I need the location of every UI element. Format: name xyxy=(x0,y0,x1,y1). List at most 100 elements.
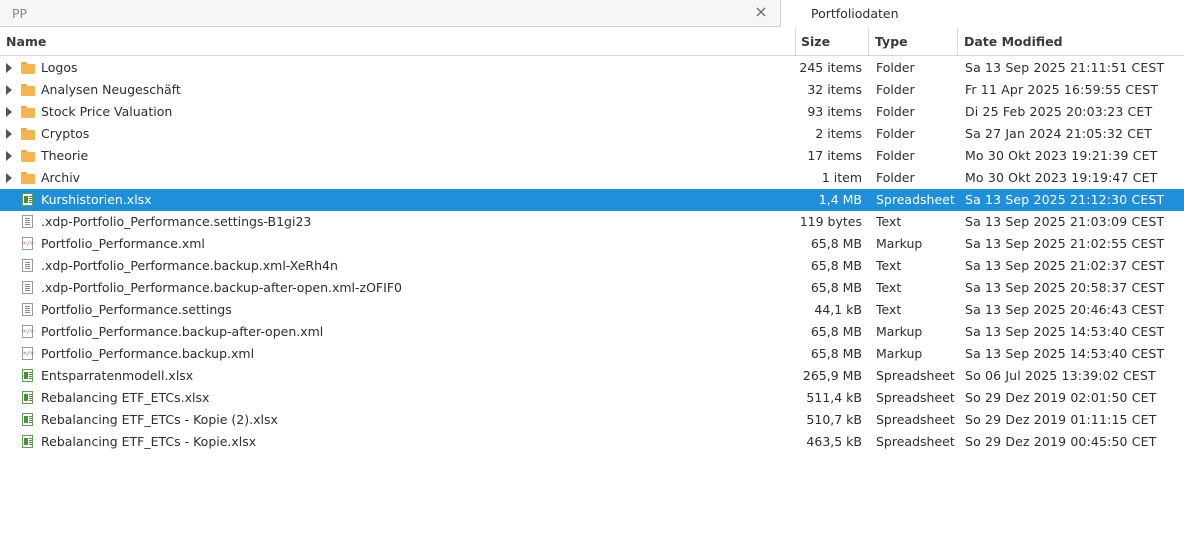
file-name: Rebalancing ETF_ETCs - Kopie (2).xlsx xyxy=(41,412,278,427)
file-date-modified: So 06 Jul 2025 13:39:02 CEST xyxy=(965,368,1156,383)
file-size: 510,7 kB xyxy=(806,412,862,427)
column-separator[interactable] xyxy=(868,28,869,55)
file-date-modified: Di 25 Feb 2025 20:03:23 CET xyxy=(965,104,1153,119)
file-size: 265,9 MB xyxy=(802,368,862,383)
file-icon-container xyxy=(21,413,35,427)
file-icon-container xyxy=(21,303,35,317)
file-size: 2 items xyxy=(815,126,862,141)
file-icon-container xyxy=(21,149,35,163)
column-separator[interactable] xyxy=(795,28,796,55)
expand-arrow-icon[interactable] xyxy=(6,63,12,73)
file-date-modified: Sa 13 Sep 2025 21:02:55 CEST xyxy=(965,236,1165,251)
spreadsheet-icon xyxy=(22,391,33,404)
file-icon-container xyxy=(21,193,35,207)
file-name: Stock Price Valuation xyxy=(41,104,173,119)
file-icon-container xyxy=(21,215,35,229)
file-row[interactable]: Theorie 17 items Folder Mo 30 Okt 2023 19:2… xyxy=(0,145,1184,167)
file-type: Text xyxy=(876,302,902,317)
file-type: Spreadsheet xyxy=(876,192,955,207)
file-type: Spreadsheet xyxy=(876,434,955,449)
folder-icon xyxy=(21,61,35,75)
file-date-modified: So 29 Dez 2019 02:01:50 CET xyxy=(965,390,1157,405)
file-row[interactable]: Logos 245 items Folder Sa 13 Sep 2025 21:11… xyxy=(0,57,1184,79)
file-row[interactable]: Stock Price Valuation 93 items Folder Di 25… xyxy=(0,101,1184,123)
column-separator[interactable] xyxy=(957,28,958,55)
file-row[interactable]: Portfolio_Performance.settings 44,1 kB Tex… xyxy=(0,299,1184,321)
file-name: Logos xyxy=(41,60,78,75)
file-size: 1 item xyxy=(821,170,862,185)
file-name: Rebalancing ETF_ETCs - Kopie.xlsx xyxy=(41,434,257,449)
expand-arrow-icon[interactable] xyxy=(6,151,12,161)
file-icon-container xyxy=(21,435,35,449)
column-header-size[interactable]: Size xyxy=(801,28,830,55)
file-type: Folder xyxy=(876,60,915,75)
tab-title: PP xyxy=(12,6,28,21)
spreadsheet-icon xyxy=(22,369,33,382)
file-name: .xdp-Portfolio_Performance.backup-after-… xyxy=(41,280,402,295)
file-type: Folder xyxy=(876,104,915,119)
column-header-type[interactable]: Type xyxy=(875,28,908,55)
close-icon[interactable]: × xyxy=(753,3,769,21)
file-size: 17 items xyxy=(807,148,862,163)
file-size: 32 items xyxy=(807,82,862,97)
expand-arrow-icon[interactable] xyxy=(6,107,12,117)
file-row[interactable]: .xdp-Portfolio_Performance.settings-B1gi… xyxy=(0,211,1184,233)
file-size: 245 items xyxy=(799,60,862,75)
folder-icon xyxy=(21,149,35,163)
column-header-date-modified[interactable]: Date Modified xyxy=(964,28,1063,55)
file-size: 463,5 kB xyxy=(806,434,862,449)
file-icon-container xyxy=(21,259,35,273)
file-row[interactable]: Archiv 1 item Folder Mo 30 Okt 2023 19:19:4… xyxy=(0,167,1184,189)
file-row[interactable]: </> Portfolio_Performance.backup.xml 65,8 … xyxy=(0,343,1184,365)
file-icon-container xyxy=(21,61,35,75)
file-date-modified: Sa 13 Sep 2025 20:58:37 CEST xyxy=(965,280,1165,295)
tab-pp[interactable]: PP × xyxy=(0,0,781,27)
column-header: Name Size Type Date Modified xyxy=(0,28,1184,56)
file-date-modified: Sa 27 Jan 2024 21:05:32 CET xyxy=(965,126,1152,141)
file-size: 119 bytes xyxy=(799,214,862,229)
expand-arrow-icon[interactable] xyxy=(6,85,12,95)
file-date-modified: So 29 Dez 2019 00:45:50 CET xyxy=(965,434,1157,449)
file-row[interactable]: </> Portfolio_Performance.backup-after-op… xyxy=(0,321,1184,343)
expand-arrow-icon[interactable] xyxy=(6,173,12,183)
folder-icon xyxy=(21,83,35,97)
file-size: 511,4 kB xyxy=(806,390,862,405)
file-type: Spreadsheet xyxy=(876,390,955,405)
file-row[interactable]: Rebalancing ETF_ETCs - Kopie.xlsx 463,5 k… xyxy=(0,431,1184,453)
tab-portfoliodaten[interactable]: Portfoliodaten xyxy=(781,0,1184,27)
expand-arrow-icon[interactable] xyxy=(6,129,12,139)
file-size: 65,8 MB xyxy=(810,236,862,251)
file-name: Cryptos xyxy=(41,126,90,141)
file-icon-container xyxy=(21,105,35,119)
file-row[interactable]: Rebalancing ETF_ETCs.xlsx 511,4 kB Spreads… xyxy=(0,387,1184,409)
file-name: Portfolio_Performance.backup-after-open.… xyxy=(41,324,324,339)
file-name: Theorie xyxy=(41,148,89,163)
file-row[interactable]: Analysen Neugeschäft 32 items Folder Fr 11 … xyxy=(0,79,1184,101)
file-date-modified: Fr 11 Apr 2025 16:59:55 CEST xyxy=(965,82,1159,97)
file-row[interactable]: Entsparratenmodell.xlsx 265,9 MB Spreadshe… xyxy=(0,365,1184,387)
file-row[interactable]: .xdp-Portfolio_Performance.backup.xml-Xe… xyxy=(0,255,1184,277)
file-row[interactable]: Rebalancing ETF_ETCs - Kopie (2).xlsx 510… xyxy=(0,409,1184,431)
file-row-selected[interactable]: Kurshistorien.xlsx 1,4 MB Spreadsheet Sa 13… xyxy=(0,189,1184,211)
file-name: .xdp-Portfolio_Performance.backup.xml-Xe… xyxy=(41,258,338,273)
file-list: Logos 245 items Folder Sa 13 Sep 2025 21:11… xyxy=(0,57,1184,453)
markup-file-icon: </> xyxy=(22,325,34,338)
spreadsheet-icon xyxy=(22,193,33,206)
file-row[interactable]: Cryptos 2 items Folder Sa 27 Jan 2024 21:05… xyxy=(0,123,1184,145)
file-name: Analysen Neugeschäft xyxy=(41,82,181,97)
file-row[interactable]: </> Portfolio_Performance.xml 65,8 MB Marku… xyxy=(0,233,1184,255)
file-size: 65,8 MB xyxy=(810,346,862,361)
file-icon-container xyxy=(21,171,35,185)
file-row[interactable]: .xdp-Portfolio_Performance.backup-after-… xyxy=(0,277,1184,299)
tab-bar: PP × Portfoliodaten xyxy=(0,0,1184,27)
file-date-modified: Sa 13 Sep 2025 14:53:40 CEST xyxy=(965,346,1165,361)
file-type: Markup xyxy=(876,324,923,339)
spreadsheet-icon xyxy=(22,413,33,426)
file-icon-container xyxy=(21,281,35,295)
file-date-modified: Sa 13 Sep 2025 21:02:37 CEST xyxy=(965,258,1165,273)
column-header-name[interactable]: Name xyxy=(6,28,46,55)
file-icon-container: </> xyxy=(21,347,35,361)
text-file-icon xyxy=(22,303,33,316)
file-date-modified: Sa 13 Sep 2025 21:12:30 CEST xyxy=(965,192,1165,207)
file-size: 65,8 MB xyxy=(810,324,862,339)
